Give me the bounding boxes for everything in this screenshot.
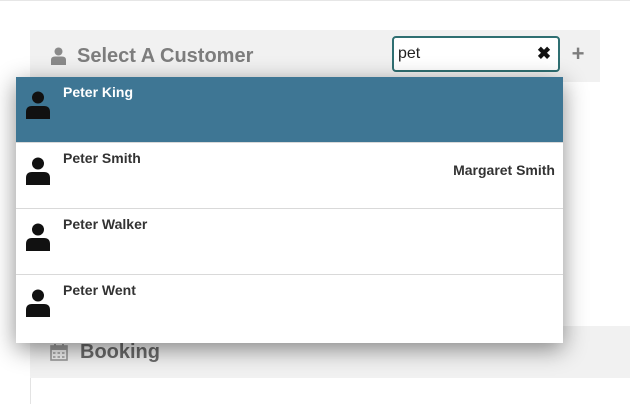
booking-panel-title: Booking	[50, 340, 160, 364]
calendar-icon	[50, 344, 68, 361]
suggestion-name: Peter King	[63, 84, 134, 100]
suggestion-item-peter-walker[interactable]: Peter Walker	[16, 209, 563, 275]
customer-suggestions-dropdown: Peter King Peter Smith Margaret Smith Pe…	[16, 77, 563, 343]
suggestion-name: Peter Walker	[63, 216, 148, 232]
customer-panel-header: Select A Customer ✖ +	[30, 30, 600, 82]
person-icon	[26, 157, 50, 185]
suggestion-item-peter-king[interactable]: Peter King	[16, 77, 563, 143]
suggestion-item-peter-went[interactable]: Peter Went	[16, 275, 563, 343]
user-icon	[51, 47, 66, 65]
customer-search-field[interactable]: ✖	[392, 36, 560, 72]
suggestion-secondary: Margaret Smith	[453, 162, 555, 178]
suggestion-item-peter-smith[interactable]: Peter Smith Margaret Smith	[16, 143, 563, 209]
top-divider	[0, 0, 630, 1]
suggestion-name: Peter Went	[63, 282, 136, 298]
add-customer-button[interactable]: +	[568, 42, 588, 66]
customer-search-input[interactable]	[398, 42, 528, 66]
customer-title-text: Select A Customer	[77, 44, 254, 67]
booking-title-text: Booking	[80, 340, 160, 363]
suggestion-name: Peter Smith	[63, 150, 141, 166]
person-icon	[26, 91, 50, 119]
booking-panel-body	[30, 378, 630, 404]
customer-panel-title: Select A Customer	[50, 44, 253, 68]
person-icon	[26, 223, 50, 251]
person-icon	[26, 289, 50, 317]
close-icon[interactable]: ✖	[536, 45, 552, 62]
